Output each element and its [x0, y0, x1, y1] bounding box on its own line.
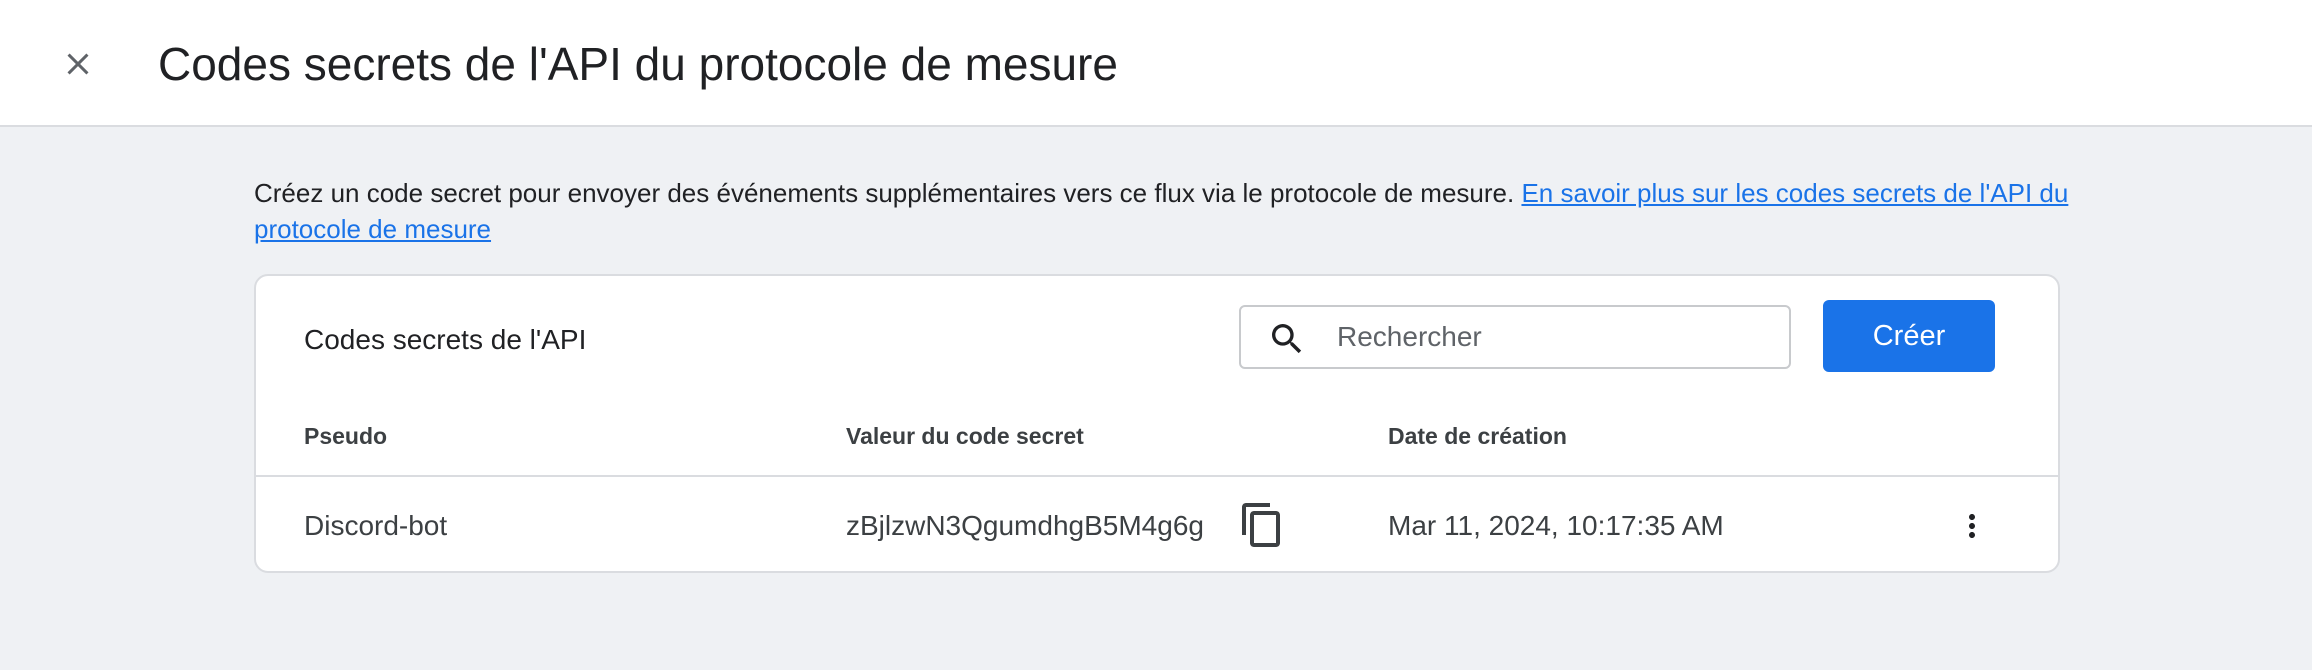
- header-divider: [256, 475, 2058, 477]
- search-input[interactable]: [1337, 315, 1767, 359]
- copy-button[interactable]: [1238, 500, 1286, 550]
- more-options-button[interactable]: [1954, 504, 1990, 548]
- copy-icon: [1242, 503, 1280, 547]
- search-icon: [1272, 324, 1302, 354]
- api-secrets-card: Codes secrets de l'API Créer Pseudo Vale…: [254, 274, 2060, 573]
- close-icon: [67, 53, 89, 75]
- intro-text: Créez un code secret pour envoyer des év…: [254, 175, 2074, 247]
- column-header-nickname[interactable]: Pseudo: [304, 420, 387, 452]
- create-button[interactable]: Créer: [1823, 300, 1995, 372]
- close-button[interactable]: [50, 36, 106, 92]
- search-box[interactable]: [1239, 305, 1791, 369]
- page-title: Codes secrets de l'API du protocole de m…: [158, 38, 1118, 90]
- card-title: Codes secrets de l'API: [304, 324, 587, 355]
- column-header-secret-value[interactable]: Valeur du code secret: [846, 420, 1084, 452]
- row-nickname: Discord-bot: [304, 510, 448, 541]
- top-bar: Codes secrets de l'API du protocole de m…: [0, 0, 2312, 127]
- row-created-date: Mar 11, 2024, 10:17:35 AM: [1388, 510, 1724, 541]
- column-header-created[interactable]: Date de création: [1388, 420, 1567, 452]
- row-secret-value: zBjlzwN3QgumdhgB5M4g6g: [846, 510, 1204, 541]
- intro-description: Créez un code secret pour envoyer des év…: [254, 178, 1515, 208]
- more-vert-icon: [1969, 514, 1975, 538]
